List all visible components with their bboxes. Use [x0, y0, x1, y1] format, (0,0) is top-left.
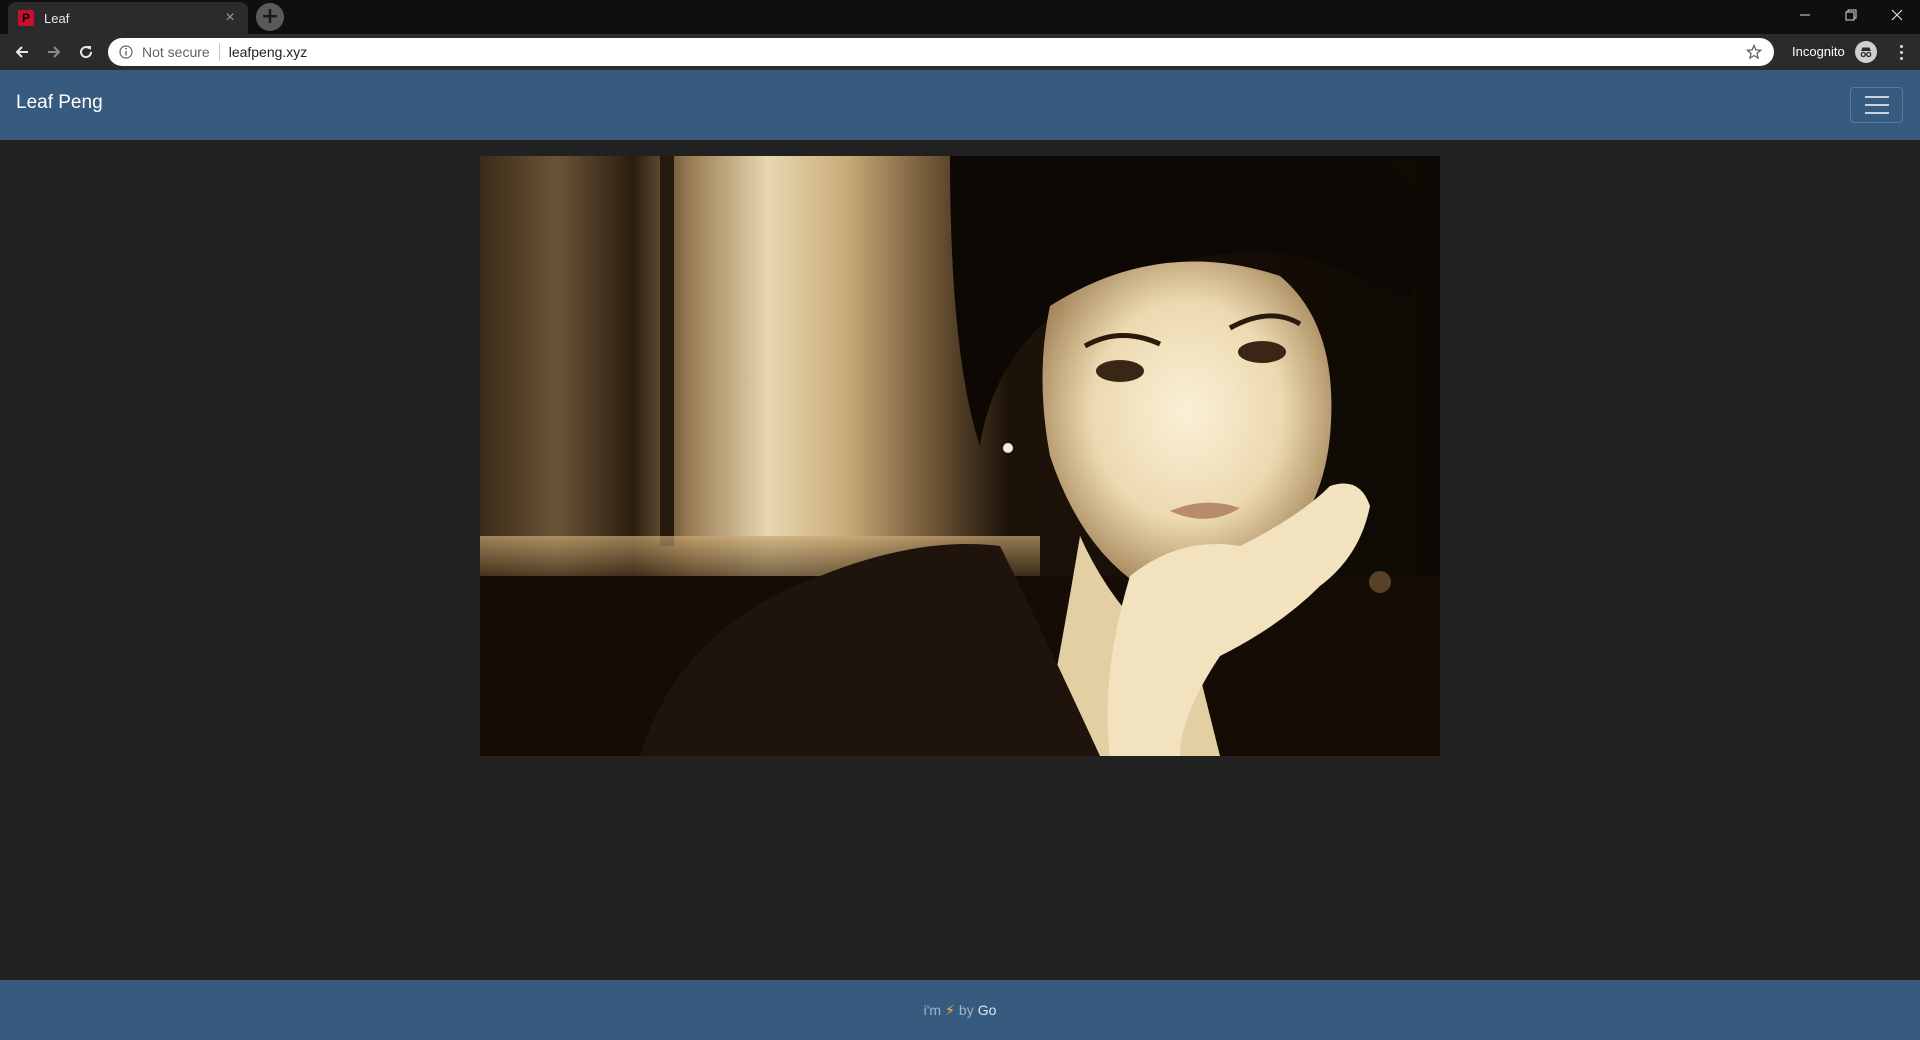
tab-title: Leaf	[44, 10, 70, 26]
tab-close-icon[interactable]: ×	[222, 9, 238, 27]
minimize-window-button[interactable]	[1782, 0, 1828, 30]
footer-prefix: i'm	[923, 1002, 942, 1018]
hamburger-bar	[1864, 104, 1889, 106]
site-brand[interactable]: Leaf Peng	[16, 92, 103, 114]
browser-tabstrip: P Leaf × +	[0, 0, 1920, 34]
bookmark-star-icon[interactable]	[1744, 42, 1764, 62]
security-status-label[interactable]: Not secure	[142, 44, 210, 60]
restore-icon	[1845, 9, 1857, 21]
close-icon	[1891, 9, 1903, 21]
reload-icon	[80, 46, 93, 59]
site-navbar: Leaf Peng	[0, 70, 1920, 140]
info-icon[interactable]	[118, 44, 134, 60]
browser-tab[interactable]: P Leaf ×	[8, 2, 248, 34]
arrow-right-icon	[48, 46, 61, 58]
close-window-button[interactable]	[1874, 0, 1920, 30]
hamburger-icon	[1864, 96, 1889, 98]
hero-photo	[480, 156, 1440, 756]
forward-button[interactable]	[40, 38, 68, 66]
incognito-icon[interactable]	[1855, 41, 1877, 63]
browser-toolbar: Not secure leafpeng.xyz Incognito	[0, 34, 1920, 70]
new-tab-button[interactable]: +	[256, 3, 284, 31]
address-separator	[218, 43, 220, 61]
incognito-label: Incognito	[1792, 44, 1845, 59]
address-bar[interactable]: Not secure leafpeng.xyz	[108, 38, 1774, 66]
browser-menu-icon[interactable]	[1890, 40, 1912, 64]
navbar-toggle-button[interactable]	[1850, 87, 1903, 123]
footer-go-link[interactable]: Go	[978, 1002, 997, 1018]
portrait-image	[480, 156, 1440, 756]
arrow-left-icon	[15, 46, 28, 58]
favicon-icon: P	[18, 10, 34, 26]
url-text[interactable]: leafpeng.xyz	[229, 44, 1744, 60]
lightning-icon: ⚡	[945, 1001, 955, 1018]
back-button[interactable]	[8, 38, 36, 66]
restore-window-button[interactable]	[1828, 0, 1874, 30]
hamburger-bar	[1864, 112, 1889, 114]
minimize-icon	[1800, 14, 1810, 16]
site-footer: i'm ⚡ by Go	[0, 980, 1920, 1040]
footer-by: by	[958, 1002, 974, 1018]
reload-button[interactable]	[72, 38, 100, 66]
